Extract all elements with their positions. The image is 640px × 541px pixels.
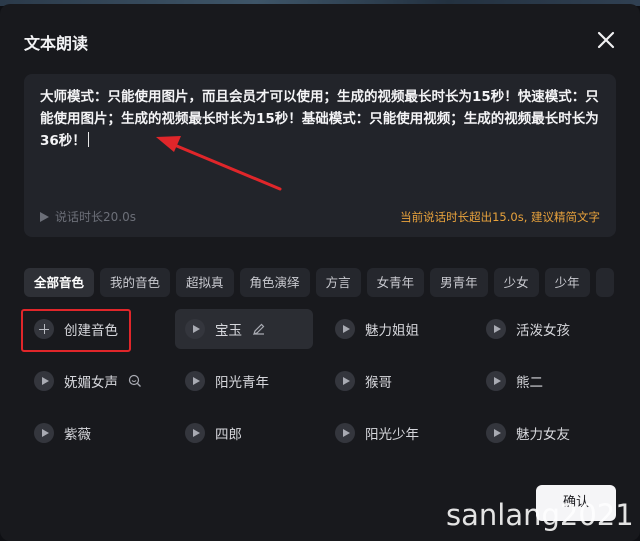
- text-to-speech-dialog: 文本朗读 大师模式：只能使用图片，而且会员才可以使用；生成的视频最长时长为15秒…: [0, 4, 640, 541]
- voice-label: 宝玉: [215, 323, 242, 339]
- tab-girl[interactable]: 少女: [493, 268, 539, 297]
- voice-item-charming-sister[interactable]: 魅力姐姐: [325, 309, 429, 349]
- voice-search-icon: [128, 374, 141, 387]
- play-icon: [34, 423, 54, 443]
- voice-label: 猴哥: [365, 375, 392, 391]
- script-text: 大师模式：只能使用图片，而且会员才可以使用；生成的视频最长时长为15秒！快速模式…: [40, 89, 599, 149]
- tab-boy[interactable]: 少年: [544, 268, 590, 297]
- voice-item-ziwei[interactable]: 紫薇: [24, 413, 101, 453]
- voice-label: 活泼女孩: [516, 323, 570, 339]
- script-text-area[interactable]: 大师模式：只能使用图片，而且会员才可以使用；生成的视频最长时长为15秒！快速模式…: [24, 74, 616, 237]
- voice-item-baoyu[interactable]: 宝玉: [175, 309, 313, 349]
- voice-item-charming-girlfriend[interactable]: 魅力女友: [476, 413, 580, 453]
- play-icon: [335, 371, 355, 391]
- voice-label: 妩媚女声: [64, 375, 118, 391]
- speech-duration-label: 说话时长20.0s: [55, 210, 136, 224]
- play-icon: [335, 319, 355, 339]
- play-icon: [185, 371, 205, 391]
- dialog-title: 文本朗读: [24, 34, 89, 53]
- voice-label: 魅力姐姐: [365, 323, 419, 339]
- play-icon: [40, 211, 49, 222]
- tab-my-voices[interactable]: 我的音色: [100, 268, 171, 297]
- voice-label: 魅力女友: [516, 427, 570, 443]
- voice-label: 阳光少年: [365, 427, 419, 443]
- duration-warning: 当前说话时长超出15.0s, 建议精简文字: [400, 210, 600, 224]
- voice-item-seductive-female[interactable]: 妩媚女声: [24, 361, 152, 401]
- play-icon: [335, 423, 355, 443]
- edit-icon[interactable]: [252, 322, 266, 336]
- voice-label: 四郎: [215, 427, 242, 443]
- tab-hyper-real[interactable]: 超拟真: [176, 268, 234, 297]
- play-icon: [34, 371, 54, 391]
- voice-label: 阳光青年: [215, 375, 269, 391]
- tab-young-female[interactable]: 女青年: [366, 268, 425, 297]
- tab-overflow[interactable]: [595, 268, 614, 297]
- play-icon: [486, 319, 506, 339]
- voice-label: 熊二: [516, 375, 543, 391]
- text-caret: [87, 132, 89, 147]
- voice-category-tabs: 全部音色 我的音色 超拟真 角色演绎 方言 女青年 男青年 少女 少年: [24, 268, 616, 297]
- play-icon: [486, 423, 506, 443]
- voice-item-sunny-youth[interactable]: 阳光青年: [175, 361, 279, 401]
- tab-young-male[interactable]: 男青年: [430, 268, 488, 297]
- close-icon[interactable]: [594, 28, 618, 52]
- play-icon: [185, 423, 205, 443]
- voice-item-lively-girl[interactable]: 活泼女孩: [476, 309, 580, 349]
- annotation-highlight-box: [21, 309, 131, 352]
- play-icon: [185, 319, 205, 339]
- voice-item-bear-two[interactable]: 熊二: [476, 361, 553, 401]
- voice-item-silang[interactable]: 四郎: [175, 413, 252, 453]
- play-icon: [486, 371, 506, 391]
- preview-play-button[interactable]: 说话时长20.0s: [40, 208, 136, 225]
- tab-all-voices[interactable]: 全部音色: [24, 268, 95, 297]
- voice-label: 紫薇: [64, 427, 91, 443]
- voice-item-monkey[interactable]: 猴哥: [325, 361, 402, 401]
- tab-role-play[interactable]: 角色演绎: [239, 268, 310, 297]
- watermark: sanlang2021: [446, 498, 634, 532]
- tab-dialect[interactable]: 方言: [315, 268, 361, 297]
- voice-item-sunny-boy[interactable]: 阳光少年: [325, 413, 429, 453]
